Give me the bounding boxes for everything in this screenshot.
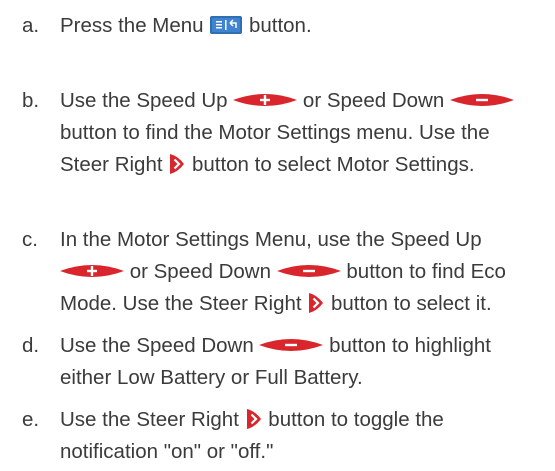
text-segment: notification "on" or "off." xyxy=(60,440,274,463)
text-segment: either Low Battery or Full Battery. xyxy=(60,366,363,389)
step-line: Use the Speed Up or Speed Down xyxy=(60,85,552,117)
step-text: Press the Menu button. xyxy=(60,10,552,42)
step-line: In the Motor Settings Menu, use the Spee… xyxy=(60,224,552,256)
step-line: Use the Steer Right button to toggle the xyxy=(60,404,552,436)
step-b: b. Use the Speed Up or Speed Down button… xyxy=(22,85,552,181)
text-segment: or Speed Down xyxy=(124,260,277,283)
text-segment: button to find Eco xyxy=(340,260,506,283)
text-segment: button to highlight xyxy=(323,334,491,357)
step-a: a. Press the Menu button. xyxy=(22,10,552,42)
step-letter: a. xyxy=(22,14,40,37)
text-segment: button to select Motor Settings. xyxy=(186,153,475,176)
text-segment: Use the Steer Right xyxy=(60,408,245,431)
step-letter: c. xyxy=(22,228,38,251)
step-line: either Low Battery or Full Battery. xyxy=(60,362,552,394)
step-text: Use the Speed Up or Speed Down button to… xyxy=(60,85,552,181)
text-segment: In the Motor Settings Menu, use the Spee… xyxy=(60,228,482,251)
text-segment: button. xyxy=(243,14,312,37)
text-segment: button to find the Motor Settings menu. … xyxy=(60,121,490,144)
step-letter: b. xyxy=(22,89,40,112)
text-segment: Use the Speed Down xyxy=(60,334,260,357)
speed-down-icon xyxy=(259,336,324,354)
text-segment: Steer Right xyxy=(60,153,169,176)
step-d: d. Use the Speed Down button to highligh… xyxy=(22,330,552,394)
steer-right-icon xyxy=(168,152,186,176)
step-line: notification "on" or "off." xyxy=(60,436,552,468)
speed-up-icon xyxy=(233,91,298,109)
text-segment: Use the Speed Up xyxy=(60,89,234,112)
speed-down-icon xyxy=(449,91,514,109)
step-text: Use the Steer Right button to toggle the… xyxy=(60,404,552,468)
step-e: e. Use the Steer Right button to toggle … xyxy=(22,404,552,468)
step-letter: d. xyxy=(22,334,40,357)
step-letter: e. xyxy=(22,408,40,431)
step-line: or Speed Down button to find Eco xyxy=(60,256,552,288)
step-line: Steer Right button to select Motor Setti… xyxy=(60,149,552,181)
speed-up-icon xyxy=(60,262,124,280)
text-segment: button to select it. xyxy=(325,292,492,315)
text-segment: or Speed Down xyxy=(297,89,450,112)
text-segment: button to toggle the xyxy=(262,408,444,431)
step-line: Mode. Use the Steer Right button to sele… xyxy=(60,288,552,320)
step-line: button to find the Motor Settings menu. … xyxy=(60,117,552,149)
step-text: In the Motor Settings Menu, use the Spee… xyxy=(60,224,552,320)
menu-icon xyxy=(209,13,243,37)
text-segment: Press the Menu xyxy=(60,14,210,37)
step-c: c. In the Motor Settings Menu, use the S… xyxy=(22,224,552,320)
step-line: Use the Speed Down button to highlight xyxy=(60,330,552,362)
step-line: Press the Menu button. xyxy=(60,10,552,42)
steer-right-icon xyxy=(307,291,325,315)
speed-down-icon xyxy=(276,262,341,280)
steer-right-icon xyxy=(245,407,263,431)
step-text: Use the Speed Down button to highlight e… xyxy=(60,330,552,394)
text-segment: Mode. Use the Steer Right xyxy=(60,292,308,315)
